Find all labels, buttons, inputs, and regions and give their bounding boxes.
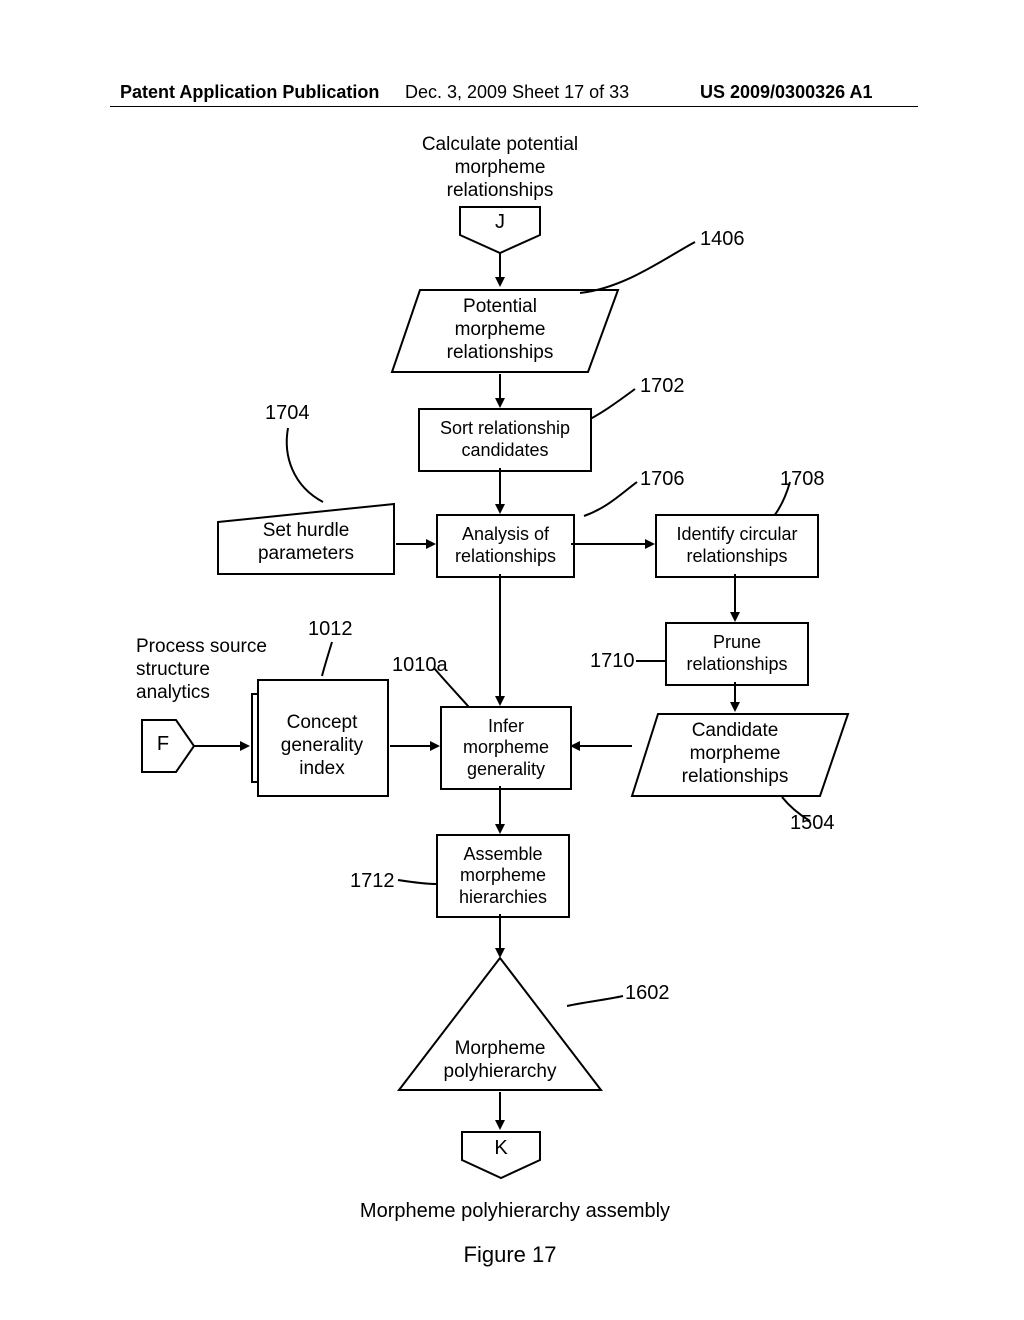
ref-1406: 1406 xyxy=(700,228,745,251)
proc-assemble-hier-label: Assemblemorphemehierarchies xyxy=(459,844,547,909)
arrow-hurdle-to-analysis xyxy=(396,538,438,550)
header-rule xyxy=(110,106,918,107)
data-candidate-rel-label: Candidatemorphemerelationships xyxy=(650,720,820,788)
extract-morph-poly-label: Morphemepolyhierarchy xyxy=(430,1038,570,1084)
proc-prune-rel: Prunerelationships xyxy=(665,622,809,686)
arrow-prune-to-candidate xyxy=(730,682,742,714)
header-mid: Dec. 3, 2009 Sheet 17 of 33 xyxy=(405,82,629,103)
connector-k-label: K xyxy=(458,1136,544,1160)
leader-1710 xyxy=(636,655,670,667)
data-concept-gen-label: Conceptgeneralityindex xyxy=(262,712,382,780)
proc-identify-circular: Identify circularrelationships xyxy=(655,514,819,578)
proc-identify-circular-label: Identify circularrelationships xyxy=(676,524,797,567)
ref-1710: 1710 xyxy=(590,650,635,673)
ref-1012: 1012 xyxy=(308,618,353,641)
proc-prune-rel-label: Prunerelationships xyxy=(686,632,787,675)
arrow-potential-to-sort xyxy=(495,374,507,410)
leader-1712 xyxy=(396,876,438,888)
proc-infer-generality: Infermorphemegenerality xyxy=(440,706,572,790)
proc-sort-candidates-label: Sort relationshipcandidates xyxy=(440,418,570,461)
proc-sort-candidates: Sort relationshipcandidates xyxy=(418,408,592,472)
proc-assemble-hier: Assemblemorphemehierarchies xyxy=(436,834,570,918)
leader-1706 xyxy=(582,478,647,520)
connector-f-label: F xyxy=(146,732,180,756)
leader-1704 xyxy=(278,426,328,506)
arrow-sort-to-analysis xyxy=(495,468,507,516)
arrow-concept-to-infer xyxy=(390,740,442,752)
arrow-poly-to-k xyxy=(495,1092,507,1132)
header-right: US 2009/0300326 A1 xyxy=(700,82,872,103)
arrow-analysis-to-infer xyxy=(495,574,507,708)
ref-1712: 1712 xyxy=(350,870,395,893)
leader-1708 xyxy=(772,478,802,518)
ref-1704: 1704 xyxy=(265,402,310,425)
title-calculate: Calculate potentialmorphemerelationships xyxy=(400,134,600,202)
data-potential-rel-label: Potentialmorphemerelationships xyxy=(405,296,595,364)
diagram-subtitle: Morpheme polyhierarchy assembly xyxy=(330,1200,700,1223)
proc-analysis-rel: Analysis ofrelationships xyxy=(436,514,575,578)
arrow-j-to-potential xyxy=(495,253,507,289)
arrow-f-to-concept xyxy=(194,740,252,752)
arrow-candidate-to-infer xyxy=(568,740,634,752)
proc-infer-generality-label: Infermorphemegenerality xyxy=(463,716,549,781)
arrow-identify-to-prune xyxy=(730,574,742,624)
input-set-hurdle-label: Set hurdleparameters xyxy=(226,520,386,566)
arrow-analysis-to-identify xyxy=(571,538,657,550)
proc-analysis-rel-label: Analysis ofrelationships xyxy=(455,524,556,567)
connector-j-label: J xyxy=(455,210,545,234)
ref-1602: 1602 xyxy=(625,982,670,1005)
figure-label: Figure 17 xyxy=(430,1242,590,1268)
leader-1012 xyxy=(320,640,350,680)
leader-1504 xyxy=(780,795,815,825)
arrow-infer-to-assemble xyxy=(495,786,507,836)
header-left: Patent Application Publication xyxy=(120,82,379,103)
